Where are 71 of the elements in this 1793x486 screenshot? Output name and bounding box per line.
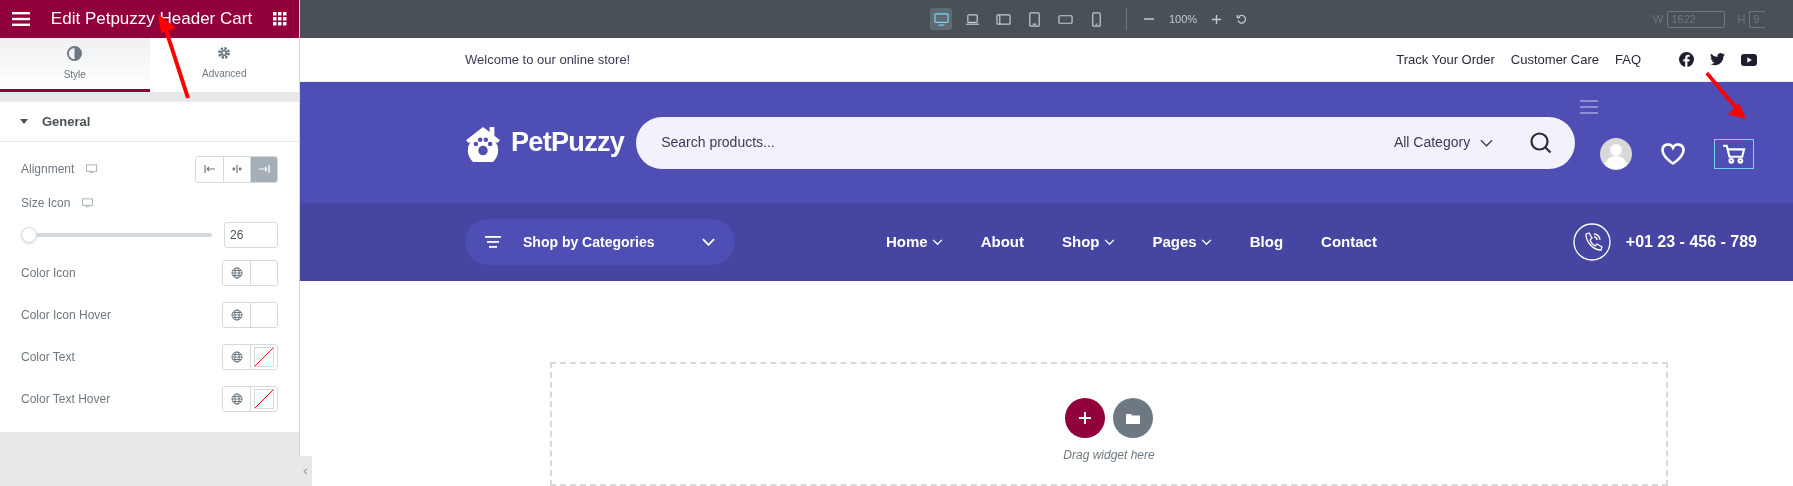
globe-icon	[230, 351, 243, 363]
folder-icon	[1126, 412, 1140, 424]
control-label: Alignment	[21, 161, 75, 178]
contrast-icon	[67, 45, 83, 61]
plus-icon	[1079, 412, 1091, 424]
caret-icon	[20, 119, 28, 124]
nav-link[interactable]: Contact	[1321, 230, 1377, 254]
twitter-icon[interactable]	[1710, 53, 1725, 66]
site-logo[interactable]: PetPuzzy	[511, 122, 625, 163]
number-field[interactable]: 26	[224, 222, 278, 248]
slider[interactable]	[21, 227, 212, 243]
template-button[interactable]	[1113, 398, 1153, 438]
globe-icon	[230, 309, 243, 321]
collapse-handle[interactable]	[299, 456, 312, 486]
user-avatar-icon[interactable]	[1600, 137, 1633, 170]
nav-link[interactable]: Home	[886, 230, 943, 254]
apps-grid-icon[interactable]	[273, 12, 287, 26]
align-center-icon	[231, 163, 243, 175]
align-right-icon	[258, 163, 270, 175]
control-label: Color Icon Hover	[21, 307, 112, 324]
reset-icon[interactable]	[1236, 13, 1248, 25]
color-swatch[interactable]	[250, 261, 277, 285]
categories-button[interactable]: Shop by Categories	[465, 219, 735, 265]
control-label: Size Icon	[21, 195, 71, 212]
menu-icon[interactable]	[12, 12, 30, 26]
tablet-icon	[995, 11, 1011, 27]
facebook-icon[interactable]	[1679, 52, 1694, 67]
search-field[interactable]: Search products... All Category	[636, 116, 1576, 169]
nav-link[interactable]: Pages	[1152, 230, 1212, 254]
zoom-in-icon[interactable]	[1211, 13, 1223, 25]
control-label: Color Text Hover	[21, 391, 111, 408]
welcome-text: Welcome to our online store!	[465, 50, 631, 69]
nav-link[interactable]: About	[980, 230, 1024, 254]
play-icon[interactable]	[1741, 53, 1757, 66]
zoom-level: 100%	[1169, 11, 1198, 27]
cart-icon	[1722, 143, 1747, 164]
laptop-icon	[964, 11, 980, 27]
category-dropdown[interactable]: All Category	[1393, 132, 1471, 153]
nav-link[interactable]: Blog	[1249, 230, 1284, 254]
top-link[interactable]: FAQ	[1615, 49, 1641, 70]
control-label: Color Icon	[21, 265, 76, 282]
align-left-icon	[203, 163, 216, 175]
color-swatch[interactable]	[250, 387, 277, 411]
empty-color-icon	[254, 389, 274, 409]
desktop-icon	[933, 11, 949, 27]
device-button[interactable]	[930, 8, 952, 30]
heart-icon[interactable]	[1660, 141, 1687, 166]
chevron-down-icon	[702, 238, 715, 246]
filter-lines-icon	[485, 236, 501, 248]
color-swatch[interactable]	[250, 345, 277, 369]
phone-icon[interactable]	[1572, 223, 1611, 261]
search-icon[interactable]	[1529, 130, 1554, 155]
globe-icon	[230, 267, 243, 279]
phone-number: +01 23 - 456 - 789	[1625, 232, 1757, 252]
panel-title: Edit Petpuzzy Header Cart	[50, 8, 253, 31]
chevron-left-icon	[303, 467, 308, 475]
empty-color-icon	[254, 347, 274, 367]
control-label: Color Text	[21, 349, 75, 366]
chevron-down-icon	[1480, 138, 1494, 147]
cart-button[interactable]	[1714, 138, 1755, 169]
top-link[interactable]: Track Your Order	[1396, 49, 1495, 70]
tablet-icon	[1026, 11, 1042, 27]
color-swatch[interactable]	[250, 303, 277, 327]
panel-tab[interactable]: Style	[0, 38, 150, 92]
nav-link[interactable]: Shop	[1062, 230, 1115, 254]
globe-icon	[230, 393, 243, 405]
drop-hint: Drag widget here	[1063, 447, 1155, 464]
top-link[interactable]: Customer Care	[1510, 49, 1599, 70]
add-section-button[interactable]	[1065, 398, 1105, 438]
slider-thumb[interactable]	[20, 227, 37, 243]
section-header[interactable]: General	[0, 102, 299, 142]
